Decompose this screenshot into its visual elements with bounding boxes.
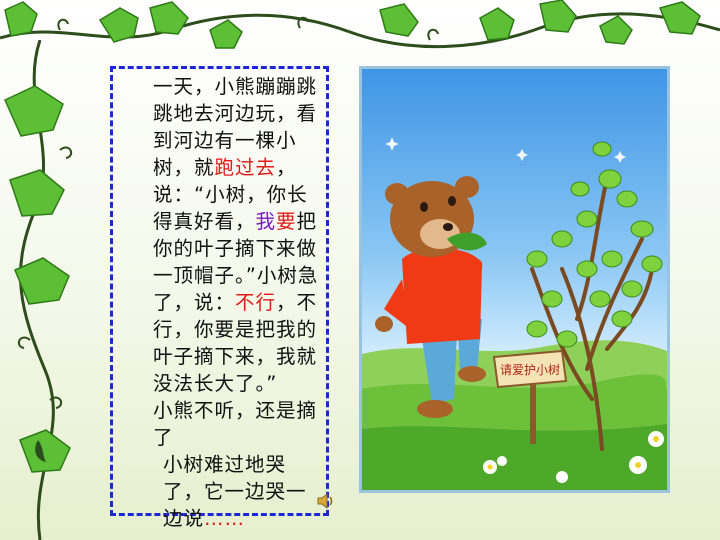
story-paragraph-1: 一天，小熊蹦蹦跳跳地去河边玩，看到河边有一棵小树，就跑过去，说：“小树，你长得真… bbox=[123, 73, 320, 397]
vine-left-decoration bbox=[4, 40, 73, 540]
story-ellipsis: …… bbox=[204, 507, 246, 530]
bear-tree-illustration: 请爱护小树 bbox=[362, 137, 667, 490]
story-highlight-purple: 我 bbox=[255, 210, 277, 233]
story-paragraph-2: 小熊不听，还是摘了 bbox=[123, 397, 320, 451]
story-text: 小熊不听，还是摘了 bbox=[153, 399, 318, 449]
story-highlight-red: 要 bbox=[276, 210, 297, 233]
story-highlight-red: 跑过去 bbox=[214, 156, 277, 179]
illustration-frame: 请爱护小树 bbox=[359, 66, 670, 493]
story-text-box: 一天，小熊蹦蹦跳跳地去河边玩，看到河边有一棵小树，就跑过去，说：“小树，你长得真… bbox=[110, 66, 329, 530]
vine-top-decoration bbox=[0, 0, 720, 49]
story-highlight-red: 不行 bbox=[235, 291, 277, 314]
story-paragraph-3: 小树难过地哭了，它一边哭一边说…… bbox=[123, 451, 320, 532]
speaker-icon[interactable] bbox=[316, 492, 336, 510]
sign-text: 请爱护小树 bbox=[500, 362, 560, 377]
